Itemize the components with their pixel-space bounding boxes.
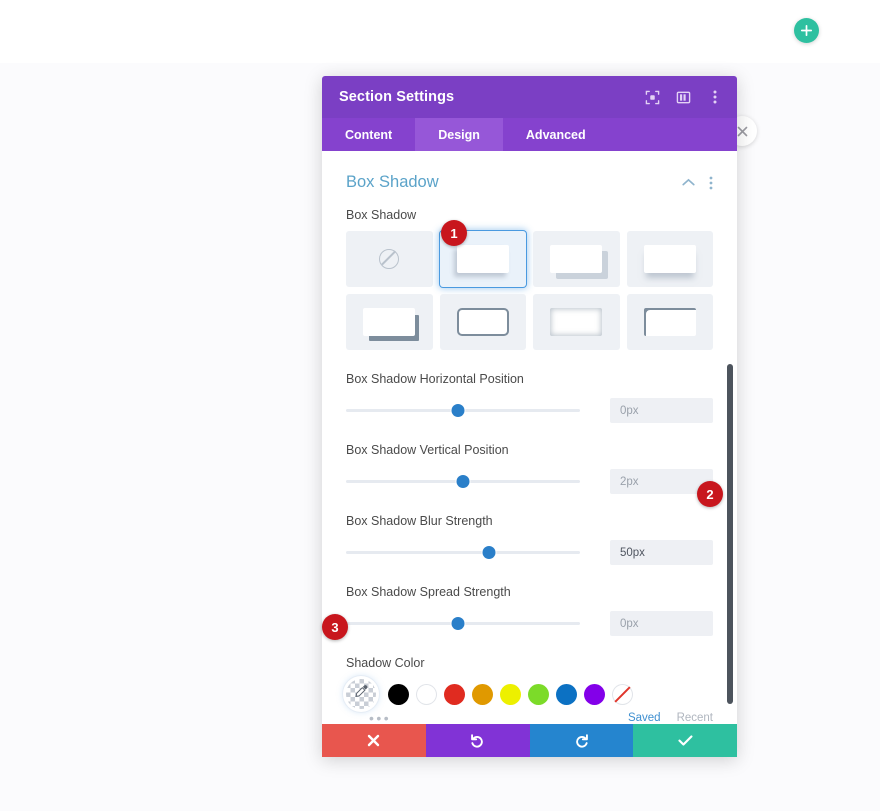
section-settings-modal: Section Settings Content Design Advanced… <box>322 76 737 757</box>
swatch-orange[interactable] <box>472 683 493 705</box>
box-shadow-preset-grid <box>346 231 713 350</box>
modal-header-actions <box>644 89 723 106</box>
modal-header: Section Settings <box>322 76 737 118</box>
undo-icon <box>471 734 483 748</box>
add-section-button[interactable] <box>794 18 819 43</box>
vertical-position-label: Box Shadow Vertical Position <box>346 443 509 457</box>
check-icon <box>678 735 693 746</box>
slider-handle[interactable] <box>451 404 465 417</box>
layout-icon[interactable] <box>675 89 692 106</box>
tab-design[interactable]: Design <box>415 118 503 151</box>
preset-2[interactable] <box>533 231 620 287</box>
preset-7[interactable] <box>626 294 713 350</box>
undo-button[interactable] <box>425 724 530 757</box>
tab-advanced[interactable]: Advanced <box>503 118 609 151</box>
preset-6-preview <box>550 308 603 336</box>
focus-icon[interactable] <box>644 89 661 106</box>
blur-strength-control: Box Shadow Blur Strength 50px <box>346 514 713 565</box>
blur-strength-label: Box Shadow Blur Strength <box>346 514 493 528</box>
modal-body: Box Shadow Box Shadow Box Shadow Horizon… <box>322 151 737 724</box>
horizontal-position-label: Box Shadow Horizontal Position <box>346 372 524 386</box>
annotation-badge-3: 3 <box>322 614 348 640</box>
section-title: Box Shadow <box>346 173 439 191</box>
annotation-badge-1: 1 <box>441 220 467 246</box>
slider-handle[interactable] <box>451 617 465 630</box>
preset-6[interactable] <box>533 294 620 350</box>
ellipsis-icon[interactable]: ••• <box>347 711 612 724</box>
swatch-green[interactable] <box>528 683 549 705</box>
horizontal-position-slider[interactable] <box>346 404 580 418</box>
preset-2-preview <box>550 245 603 273</box>
spread-strength-control: Box Shadow Spread Strength 0px <box>346 585 713 636</box>
blur-strength-input[interactable]: 50px <box>610 540 713 565</box>
redo-button[interactable] <box>529 724 634 757</box>
modal-footer <box>322 724 737 757</box>
swatch-yellow[interactable] <box>500 683 521 705</box>
preset-3[interactable] <box>626 231 713 287</box>
more-vertical-icon[interactable] <box>706 89 723 106</box>
preset-1-preview <box>456 245 509 273</box>
box-shadow-section-header: Box Shadow <box>346 151 713 208</box>
slider-track <box>346 551 580 554</box>
swatch-red[interactable] <box>444 683 465 705</box>
preset-3-preview <box>643 245 696 273</box>
tab-content[interactable]: Content <box>322 118 415 151</box>
shadow-color-swatches <box>346 679 713 709</box>
page-title: Section Settings <box>339 89 455 105</box>
shadow-color-current[interactable] <box>346 679 376 709</box>
preset-7-preview <box>643 308 696 336</box>
saved-colors-link[interactable]: Saved <box>628 712 661 724</box>
swatch-blue[interactable] <box>556 683 577 705</box>
shadow-color-meta: ••• Saved Recent <box>346 711 713 724</box>
horizontal-position-control: Box Shadow Horizontal Position 0px <box>346 372 713 423</box>
shadow-color-label: Shadow Color <box>346 656 425 670</box>
recent-colors-link[interactable]: Recent <box>677 712 713 724</box>
preset-4[interactable] <box>346 294 433 350</box>
settings-scrollbar[interactable] <box>727 364 733 704</box>
section-more-vertical-icon[interactable] <box>709 176 713 190</box>
vertical-position-control: Box Shadow Vertical Position 2px <box>346 443 713 494</box>
no-shadow-icon <box>379 249 400 269</box>
preset-none[interactable] <box>346 231 433 287</box>
spread-strength-label: Box Shadow Spread Strength <box>346 585 511 599</box>
modal-tabs: Content Design Advanced <box>322 118 737 151</box>
eyedropper-icon <box>354 684 369 704</box>
annotation-badge-2: 2 <box>697 481 723 507</box>
chevron-up-icon[interactable] <box>682 178 695 187</box>
swatch-white[interactable] <box>416 683 437 705</box>
swatch-transparent[interactable] <box>612 683 633 705</box>
swatch-black[interactable] <box>388 683 409 705</box>
vertical-position-slider[interactable] <box>346 475 580 489</box>
swatch-purple[interactable] <box>584 683 605 705</box>
horizontal-position-input[interactable]: 0px <box>610 398 713 423</box>
box-shadow-label: Box Shadow <box>346 208 417 222</box>
preset-5[interactable] <box>439 294 526 350</box>
cancel-button[interactable] <box>322 724 426 757</box>
slider-handle[interactable] <box>482 546 496 559</box>
preset-5-preview <box>456 308 509 336</box>
redo-icon <box>576 734 588 748</box>
settings-scroll-area: Box Shadow Box Shadow Box Shadow Horizon… <box>322 151 737 724</box>
preset-4-preview <box>363 308 416 336</box>
plus-icon <box>800 24 813 37</box>
page-top-band <box>0 0 880 63</box>
spread-strength-slider[interactable] <box>346 617 580 631</box>
close-icon <box>737 126 747 136</box>
spread-strength-input[interactable]: 0px <box>610 611 713 636</box>
close-icon <box>368 734 380 747</box>
save-button[interactable] <box>633 724 737 757</box>
slider-handle[interactable] <box>456 475 470 488</box>
blur-strength-slider[interactable] <box>346 546 580 560</box>
